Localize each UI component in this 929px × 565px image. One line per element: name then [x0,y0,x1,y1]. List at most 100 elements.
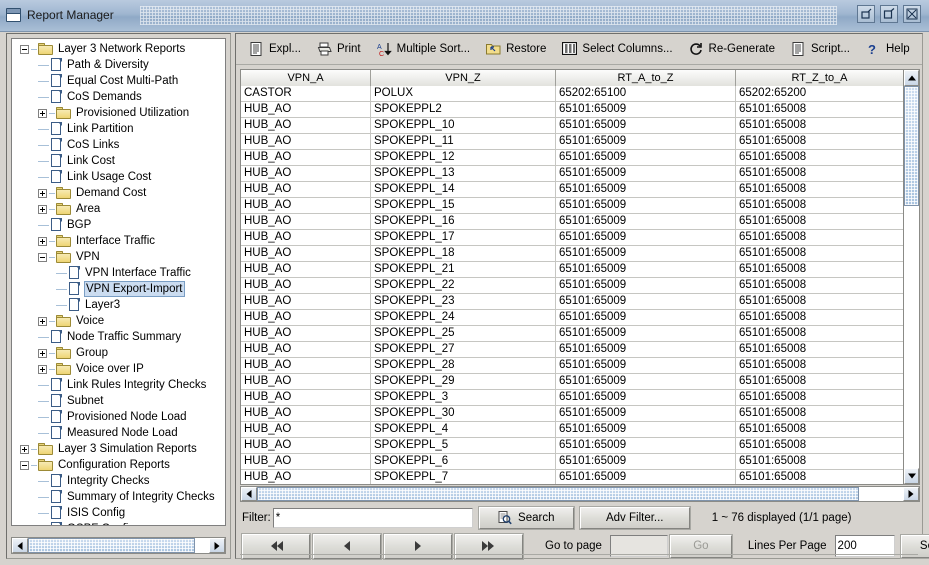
table-row[interactable]: HUB_AO SPOKEPPL_18 65101:65009 65101:65008 [241,246,919,262]
multiple-sort-button[interactable]: A C Multiple Sort... [369,38,479,61]
table-row[interactable]: HUB_AO SPOKEPPL_15 65101:65009 65101:65008 [241,198,919,214]
report-table[interactable]: VPN_A VPN_Z RT_A_to_Z RT_Z_to_A CASTOR POLUX… [240,69,920,485]
table-row[interactable]: HUB_AO SPOKEPPL_24 65101:65009 65101:65008 [241,310,919,326]
table-scroll-left-icon[interactable] [241,487,257,501]
expand-icon[interactable] [38,348,47,358]
restore-button[interactable]: Restore [478,38,554,61]
table-hscroll-thumb[interactable] [257,487,859,501]
table-row[interactable]: HUB_AO SPOKEPPL_16 65101:65009 65101:65008 [241,214,919,230]
tree-item-provisioned-utilization[interactable]: Provisioned Utilization [12,105,225,121]
tree-item-vpn-interface-traffic[interactable]: VPN Interface Traffic [12,265,225,281]
tree-item-integrity-checks[interactable]: Integrity Checks [12,473,225,489]
tree-item-path-diversity[interactable]: Path & Diversity [12,57,225,73]
tree-item-area[interactable]: Area [12,201,225,217]
tree-item-voice[interactable]: Voice [12,313,225,329]
table-row[interactable]: HUB_AO SPOKEPPL_7 65101:65009 65101:65008 [241,470,919,484]
tree-item-cos-demands[interactable]: CoS Demands [12,89,225,105]
collapse-icon[interactable] [20,44,29,54]
tree-item-link-usage-cost[interactable]: Link Usage Cost [12,169,225,185]
table-row[interactable]: HUB_AO SPOKEPPL_14 65101:65009 65101:65008 [241,182,919,198]
table-row[interactable]: HUB_AO SPOKEPPL_29 65101:65009 65101:65008 [241,374,919,390]
tree-item-link-cost[interactable]: Link Cost [12,153,225,169]
tree-item-link-partition[interactable]: Link Partition [12,121,225,137]
tree-item-measured-node-load[interactable]: Measured Node Load [12,425,225,441]
table-row[interactable]: HUB_AO SPOKEPPL_5 65101:65009 65101:65008 [241,438,919,454]
tree-item-layer-3-simulation-reports[interactable]: Layer 3 Simulation Reports [12,441,225,457]
tree-item-demand-cost[interactable]: Demand Cost [12,185,225,201]
expand-icon[interactable] [38,188,47,198]
scroll-up-icon[interactable] [904,70,919,86]
expand-icon[interactable] [38,236,47,246]
table-row[interactable]: HUB_AO SPOKEPPL_4 65101:65009 65101:65008 [241,422,919,438]
tree-item-configuration-reports[interactable]: Configuration Reports [12,457,225,473]
minimize-button[interactable] [857,5,875,23]
table-row[interactable]: HUB_AO SPOKEPPL_28 65101:65009 65101:65008 [241,358,919,374]
table-row[interactable]: HUB_AO SPOKEPPL_6 65101:65009 65101:65008 [241,454,919,470]
explore-button[interactable]: Expl... [241,38,309,61]
tree-item-bgp[interactable]: BGP [12,217,225,233]
expand-icon[interactable] [38,364,47,374]
table-vscroll-track[interactable] [904,206,919,468]
table-row[interactable]: HUB_AO SPOKEPPL_25 65101:65009 65101:65008 [241,326,919,342]
tree-item-summary-of-integrity-checks[interactable]: Summary of Integrity Checks [12,489,225,505]
expand-icon[interactable] [38,108,47,118]
table-row[interactable]: HUB_AO SPOKEPPL_30 65101:65009 65101:65008 [241,406,919,422]
reports-tree[interactable]: Layer 3 Network Reports Path & Diversity E… [11,38,226,526]
maximize-button[interactable] [880,5,898,23]
tree-item-vpn[interactable]: VPN [12,249,225,265]
scroll-right-icon[interactable] [209,538,225,553]
table-row[interactable]: HUB_AO SPOKEPPL_10 65101:65009 65101:65008 [241,118,919,134]
expand-icon[interactable] [38,316,47,326]
tree-item-voice-over-ip[interactable]: Voice over IP [12,361,225,377]
tree-item-provisioned-node-load[interactable]: Provisioned Node Load [12,409,225,425]
tree-item-subnet[interactable]: Subnet [12,393,225,409]
filter-input[interactable] [272,508,473,528]
column-header-vpn_a[interactable]: VPN_A [241,70,371,86]
table-row[interactable]: HUB_AO SPOKEPPL_27 65101:65009 65101:65008 [241,342,919,358]
scroll-down-icon[interactable] [904,468,919,484]
print-button[interactable]: Print [309,38,369,61]
table-row[interactable]: HUB_AO SPOKEPPL_17 65101:65009 65101:65008 [241,230,919,246]
regenerate-button[interactable]: Re-Generate [681,38,783,61]
table-row[interactable]: HUB_AO SPOKEPPL_3 65101:65009 65101:65008 [241,390,919,406]
tree-item-layer-3-network-reports[interactable]: Layer 3 Network Reports [12,41,225,57]
close-button[interactable] [903,5,921,23]
tree-item-cos-links[interactable]: CoS Links [12,137,225,153]
table-vscroll-thumb[interactable] [904,86,919,206]
table-row[interactable]: HUB_AO SPOKEPPL_13 65101:65009 65101:65008 [241,166,919,182]
tree-hscroll-thumb[interactable] [28,538,195,553]
table-row[interactable]: CASTOR POLUX 65202:65100 65202:65200 [241,86,919,102]
table-row[interactable]: HUB_AO SPOKEPPL_22 65101:65009 65101:65008 [241,278,919,294]
tree-item-equal-cost-multi-path[interactable]: Equal Cost Multi-Path [12,73,225,89]
tree-item-group[interactable]: Group [12,345,225,361]
adv-filter-button[interactable]: Adv Filter... [578,506,691,530]
table-vertical-scrollbar[interactable] [903,70,919,484]
column-header-rt_z_to_a[interactable]: RT_Z_to_A [736,70,904,86]
column-header-rt_a_to_z[interactable]: RT_A_to_Z [556,70,736,86]
column-header-vpn_z[interactable]: VPN_Z [371,70,556,86]
search-button[interactable]: Search [477,506,575,530]
collapse-icon[interactable] [38,252,47,262]
scroll-left-icon[interactable] [12,538,28,553]
table-row[interactable]: HUB_AO SPOKEPPL2 65101:65009 65101:65008 [241,102,919,118]
tree-item-vpn-export-import[interactable]: VPN Export-Import [12,281,225,297]
tree-horizontal-scrollbar[interactable] [11,537,226,554]
tree-item-node-traffic-summary[interactable]: Node Traffic Summary [12,329,225,345]
tree-item-ospf-config[interactable]: OSPF Config [12,521,225,525]
table-hscroll-track[interactable] [859,487,903,501]
script-button[interactable]: Script... [783,38,858,61]
select-columns-button[interactable]: Select Columns... [554,38,680,61]
table-row[interactable]: HUB_AO SPOKEPPL_21 65101:65009 65101:65008 [241,262,919,278]
table-horizontal-scrollbar[interactable] [240,486,920,502]
table-scroll-right-icon[interactable] [903,487,919,501]
table-row[interactable]: HUB_AO SPOKEPPL_12 65101:65009 65101:65008 [241,150,919,166]
collapse-icon[interactable] [20,460,29,470]
tree-hscroll-track[interactable] [195,538,209,553]
expand-icon[interactable] [38,204,47,214]
table-row[interactable]: HUB_AO SPOKEPPL_23 65101:65009 65101:65008 [241,294,919,310]
tree-item-interface-traffic[interactable]: Interface Traffic [12,233,225,249]
tree-item-link-rules-integrity-checks[interactable]: Link Rules Integrity Checks [12,377,225,393]
table-body[interactable]: CASTOR POLUX 65202:65100 65202:65200 HUB_AO S… [241,86,919,484]
table-row[interactable]: HUB_AO SPOKEPPL_11 65101:65009 65101:65008 [241,134,919,150]
help-button[interactable]: ? Help [858,38,918,61]
